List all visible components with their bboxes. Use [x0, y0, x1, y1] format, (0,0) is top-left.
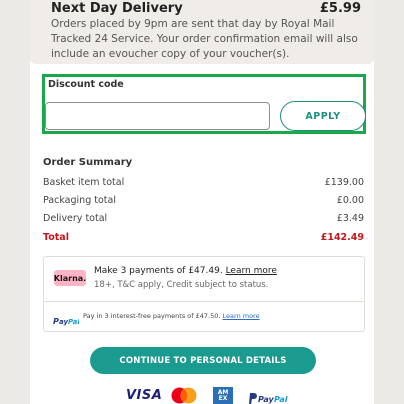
checkout-panel: Next Day Delivery £5.99 Orders placed by… [30, 0, 374, 404]
klarna-terms: 18+, T&C apply, Credit subject to status… [94, 280, 269, 290]
delivery-description: Orders placed by 9pm are sent that day b… [51, 18, 358, 60]
amex-logo: AM EX [213, 387, 233, 404]
summary-row-label: Delivery total [43, 213, 108, 224]
mastercard-icon [171, 387, 197, 404]
klarna-logo: Klarna. [54, 270, 86, 286]
paypal-logo: Pay Pal [248, 390, 290, 404]
pay-later-panel: Klarna. Make 3 payments of £47.49. Learn… [43, 256, 365, 332]
paypal-offer-line: Pay in 3 interest-free payments of £47.5… [83, 312, 260, 320]
summary-row-packaging: Packaging total £0.00 [43, 195, 364, 206]
discount-code-input[interactable] [45, 102, 270, 130]
klarna-offer-line: Make 3 payments of £47.49. Learn more [94, 266, 277, 276]
delivery-option-card[interactable]: Next Day Delivery £5.99 Orders placed by… [30, 0, 374, 64]
summary-row-label: Total [43, 232, 69, 243]
amex-logo-text: AM EX [218, 390, 229, 402]
summary-row-delivery: Delivery total £3.49 [43, 213, 364, 224]
klarna-learn-more-link[interactable]: Learn more [226, 266, 277, 276]
paypal-learn-more-link[interactable]: Learn more [223, 312, 260, 320]
delivery-title: Next Day Delivery [51, 1, 183, 16]
summary-row-value: £139.00 [324, 177, 364, 188]
summary-row-label: Packaging total [43, 195, 116, 206]
svg-text:Pal: Pal [274, 395, 288, 404]
continue-to-personal-details-button[interactable]: CONTINUE TO PERSONAL DETAILS [90, 347, 316, 374]
svg-text:Pal: Pal [68, 318, 79, 326]
divider [44, 301, 364, 302]
svg-text:Pay: Pay [258, 395, 275, 404]
amex-bottom: EX [218, 395, 228, 402]
discount-section: Discount code APPLY [42, 74, 366, 134]
delivery-price: £5.99 [319, 1, 361, 16]
payment-methods: VISA AM EX Pay Pal [30, 386, 374, 404]
summary-row-value: £0.00 [336, 195, 364, 206]
order-summary-title: Order Summary [43, 157, 133, 168]
apply-button[interactable]: APPLY [280, 101, 366, 131]
paypal-icon: P ay Pal [53, 311, 80, 330]
paypal-offer-text: Pay in 3 interest-free payments of £47.5… [83, 312, 221, 320]
summary-row-value: £142.49 [320, 232, 364, 243]
klarna-offer-text: Make 3 payments of £47.49. [94, 266, 223, 276]
summary-row-value: £3.49 [336, 213, 364, 224]
summary-row-total: Total £142.49 [43, 232, 364, 243]
visa-logo: VISA [126, 388, 163, 403]
summary-row-basket: Basket item total £139.00 [43, 177, 364, 188]
discount-label: Discount code [48, 79, 124, 90]
summary-row-label: Basket item total [43, 177, 125, 188]
